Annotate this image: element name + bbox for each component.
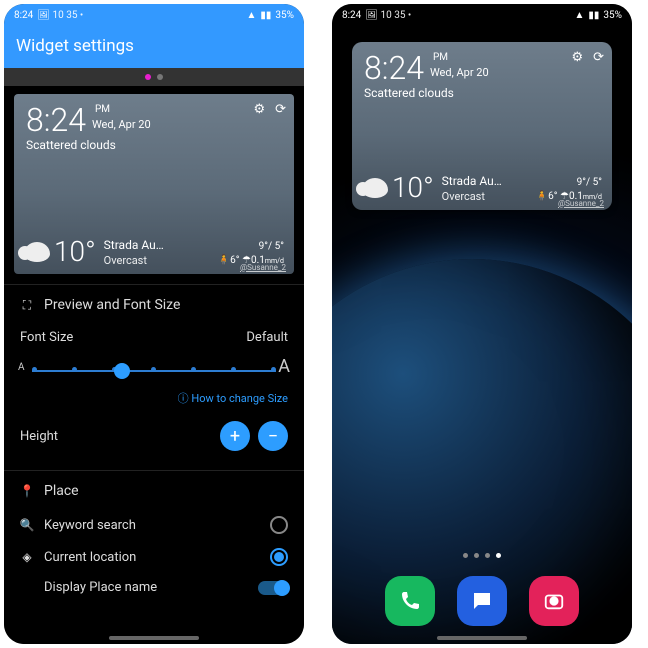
wifi-icon: ▲: [247, 10, 257, 21]
weather-widget-preview[interactable]: ⚙ ⟳ 8:24 PM Wed, Apr 20 Scattered clouds…: [14, 94, 294, 274]
home-phone: 8:24 🖼 10 35 • ▲ ▮▮ 35% ⚙ ⟳ 8:24 PM Wed,…: [332, 4, 632, 644]
widget-location: Strada Au… Overcast: [442, 174, 502, 204]
status-time: 8:24: [14, 10, 33, 21]
status-time: 8:24: [342, 10, 361, 21]
font-size-value: Default: [246, 330, 288, 345]
slider-thumb[interactable]: [114, 363, 130, 379]
settings-phone: 8:24 🖼 10 35 • ▲ ▮▮ 35% Widget settings …: [4, 4, 304, 644]
status-left-icons: 🖼 10 35 •: [37, 10, 83, 21]
widget-date: Wed, Apr 20: [430, 66, 489, 79]
widget-date: Wed, Apr 20: [92, 118, 151, 131]
camera-app[interactable]: [529, 576, 579, 626]
nav-pill[interactable]: [109, 636, 199, 640]
widget-credit[interactable]: @Susanne_2: [240, 263, 286, 272]
pager-dot[interactable]: [157, 74, 163, 80]
keyword-radio[interactable]: [270, 516, 288, 534]
height-decrease-button[interactable]: −: [258, 421, 288, 451]
phone-app[interactable]: [385, 576, 435, 626]
how-to-change-size-link[interactable]: ⓘ How to change Size: [20, 390, 288, 406]
person-icon: 🧍: [536, 191, 548, 202]
section-preview: ⛶ Preview and Font Size Font Size Defaul…: [4, 284, 304, 470]
cloud-icon: [362, 178, 388, 198]
widget-pager[interactable]: [4, 68, 304, 86]
cloud-icon: [24, 242, 50, 262]
status-bar: 8:24 🖼 10 35 • ▲ ▮▮ 35%: [4, 4, 304, 26]
person-icon: 🧍: [218, 255, 230, 266]
font-size-label: Font Size: [20, 330, 73, 345]
wifi-icon: ▲: [575, 10, 585, 21]
status-bar: 8:24 🖼 10 35 • ▲ ▮▮ 35%: [332, 4, 632, 26]
keyword-search-row[interactable]: 🔍 Keyword search: [20, 509, 288, 541]
locate-icon: ◈: [20, 550, 34, 564]
current-location-row[interactable]: ◈ Current location: [20, 541, 288, 573]
home-page-indicator[interactable]: [332, 553, 632, 558]
widget-condition: Scattered clouds: [14, 136, 294, 154]
display-place-toggle[interactable]: [258, 581, 288, 595]
widget-ampm: PM: [95, 104, 151, 115]
battery-pct: 35%: [275, 10, 294, 21]
pin-icon: 📍: [20, 484, 34, 498]
dock: [332, 576, 632, 626]
weather-widget[interactable]: ⚙ ⟳ 8:24 PM Wed, Apr 20 Scattered clouds…: [352, 42, 612, 210]
home-screen[interactable]: ⚙ ⟳ 8:24 PM Wed, Apr 20 Scattered clouds…: [332, 4, 632, 644]
display-place-row[interactable]: Display Place name: [20, 573, 288, 602]
pager-dot[interactable]: [145, 74, 151, 80]
section-place: 📍 Place 🔍 Keyword search ◈ Current locat…: [4, 470, 304, 614]
page-title: Widget settings: [4, 26, 304, 68]
signal-icon: ▮▮: [588, 10, 599, 21]
expand-icon: ⛶: [20, 298, 34, 312]
search-icon: 🔍: [20, 518, 34, 532]
gear-icon[interactable]: ⚙: [571, 50, 583, 65]
widget-time: 8:24: [26, 104, 86, 136]
signal-icon: ▮▮: [260, 10, 271, 21]
refresh-icon[interactable]: ⟳: [593, 50, 604, 65]
height-increase-button[interactable]: +: [220, 421, 250, 451]
section-title: Place: [44, 483, 79, 499]
widget-ampm: PM: [433, 52, 489, 63]
settings-content: ⚙ ⟳ 8:24 PM Wed, Apr 20 Scattered clouds…: [4, 86, 304, 644]
section-title: Preview and Font Size: [44, 297, 180, 313]
height-label: Height: [20, 429, 58, 444]
widget-credit[interactable]: @Susanne_2: [558, 199, 604, 208]
messages-app[interactable]: [457, 576, 507, 626]
refresh-icon[interactable]: ⟳: [275, 102, 286, 117]
font-size-slider[interactable]: A A: [20, 356, 288, 386]
widget-time: 8:24: [364, 52, 424, 84]
widget-condition: Scattered clouds: [352, 84, 612, 102]
current-location-radio[interactable]: [270, 548, 288, 566]
widget-temp: 10°: [362, 171, 434, 204]
widget-location: Strada Au… Overcast: [104, 238, 164, 268]
widget-temp: 10°: [24, 235, 96, 268]
nav-pill[interactable]: [437, 636, 527, 640]
status-left-icons: 🖼 10 35 •: [365, 10, 411, 21]
battery-pct: 35%: [603, 10, 622, 21]
gear-icon[interactable]: ⚙: [253, 102, 265, 117]
